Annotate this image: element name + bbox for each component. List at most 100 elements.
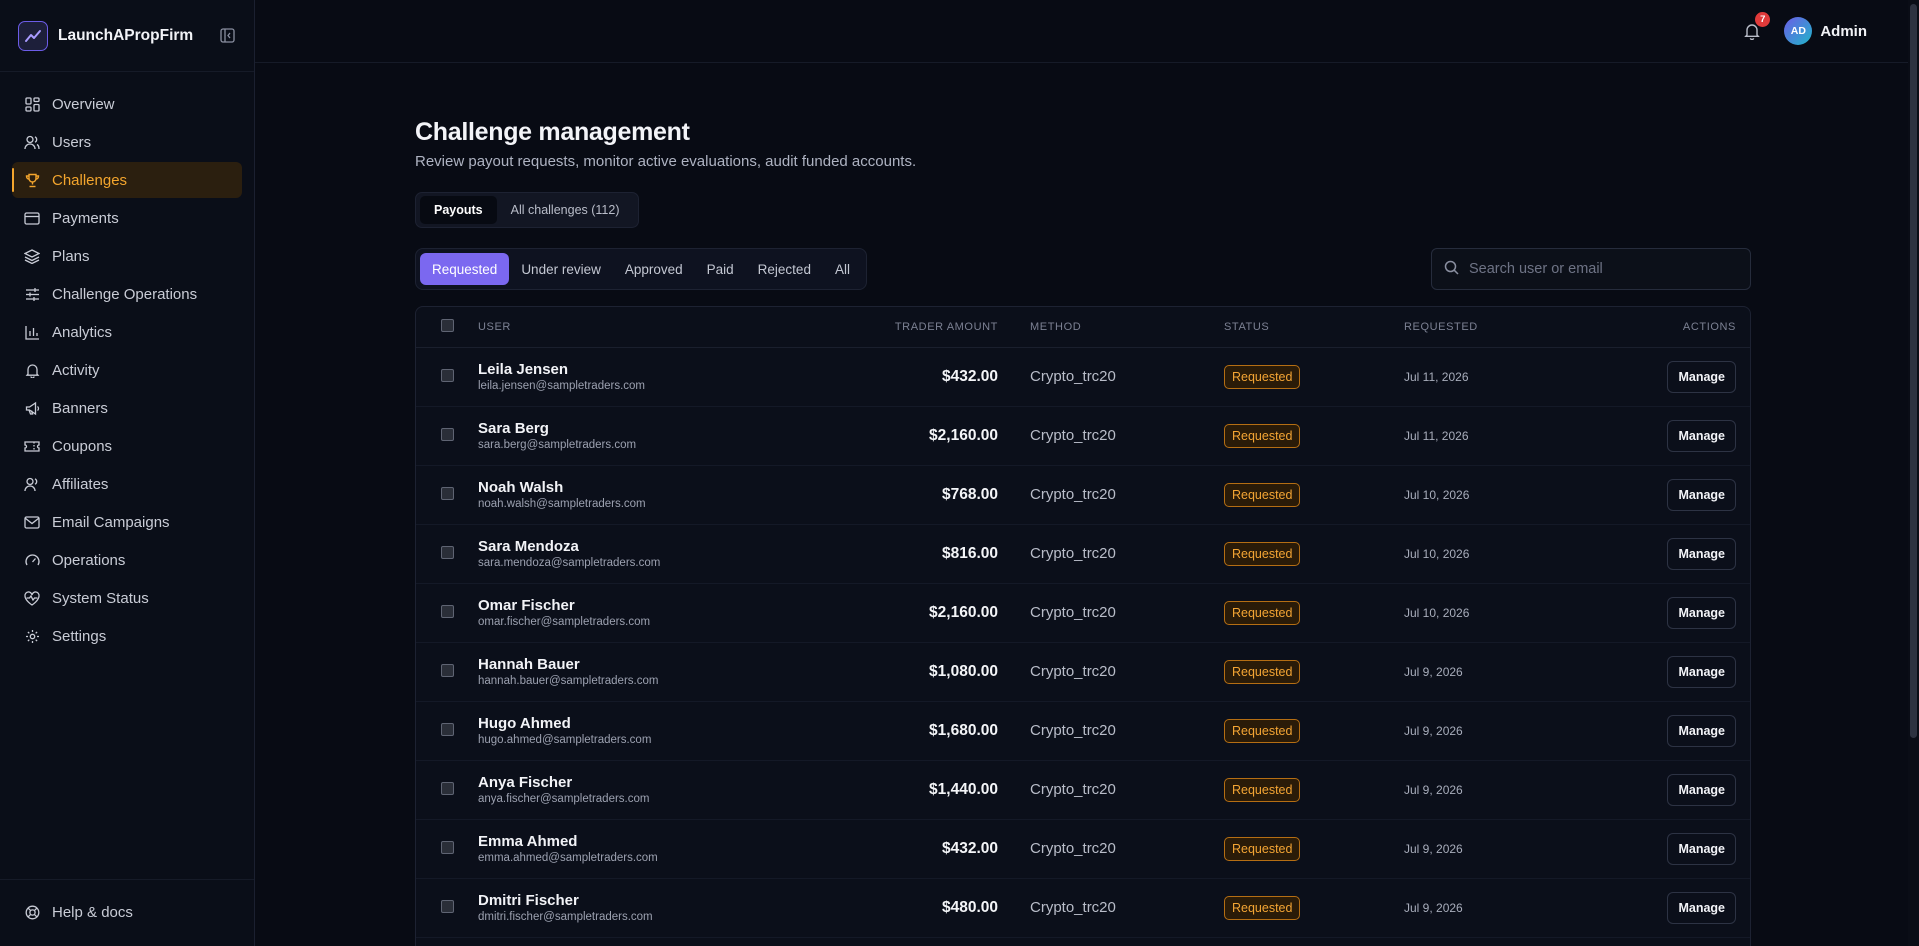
table-row: Sara Mendoza sara.mendoza@sampletraders.c… (416, 524, 1750, 583)
manage-button[interactable]: Manage (1667, 360, 1736, 393)
sidebar-item-label: Operations (52, 551, 126, 569)
sidebar-collapse-icon[interactable] (218, 27, 236, 45)
notification-bell-icon[interactable]: 7 (1742, 12, 1771, 41)
status-badge: Requested (1224, 895, 1301, 920)
column-header-status[interactable]: STATUS (1224, 307, 1404, 348)
sidebar-item-users[interactable]: Users (12, 124, 242, 160)
column-header-amount[interactable]: TRADER AMOUNT (852, 307, 1030, 348)
user-email: hannah.bauer@sampletraders.com (478, 675, 659, 687)
tab-payouts[interactable]: Payouts (420, 196, 497, 224)
row-checkbox[interactable] (440, 368, 454, 382)
sidebar-item-affiliates[interactable]: Affiliates (12, 466, 242, 502)
manage-button[interactable]: Manage (1667, 537, 1736, 570)
row-checkbox[interactable] (440, 899, 454, 913)
status-badge: Requested (1224, 423, 1301, 448)
sidebar-item-analytics[interactable]: Analytics (12, 314, 242, 350)
user-email: dmitri.fischer@sampletraders.com (478, 911, 653, 923)
row-checkbox[interactable] (440, 604, 454, 618)
trader-amount: $480.00 (941, 898, 998, 916)
user-email: anya.fischer@sampletraders.com (478, 793, 650, 805)
user-name[interactable]: Admin (1820, 23, 1867, 40)
sidebar-item-system-status[interactable]: System Status (12, 580, 242, 616)
brand: LaunchAPropFirm (0, 0, 254, 72)
gear-icon (24, 628, 40, 644)
row-checkbox[interactable] (440, 840, 454, 854)
payout-method: Crypto_trc20 (1030, 781, 1116, 798)
manage-button[interactable]: Manage (1667, 478, 1736, 511)
manage-button[interactable]: Manage (1667, 655, 1736, 688)
status-badge: Requested (1224, 777, 1301, 802)
manage-button[interactable]: Manage (1667, 714, 1736, 747)
sidebar-item-email-campaigns[interactable]: Email Campaigns (12, 504, 242, 540)
filter-all[interactable]: All (823, 253, 862, 285)
user-name: Hugo Ahmed (478, 715, 571, 732)
filter-paid[interactable]: Paid (695, 253, 746, 285)
user-email: noah.walsh@sampletraders.com (478, 498, 646, 510)
payout-method: Crypto_trc20 (1030, 663, 1116, 680)
sidebar-item-label: Activity (52, 361, 100, 379)
sidebar-item-payments[interactable]: Payments (12, 200, 242, 236)
user-name: Sara Mendoza (478, 538, 579, 555)
payout-method: Crypto_trc20 (1030, 840, 1116, 857)
column-header-method[interactable]: METHOD (1030, 307, 1224, 348)
scrollbar-thumb[interactable] (1910, 4, 1917, 738)
row-checkbox[interactable] (440, 427, 454, 441)
user-email: hugo.ahmed@sampletraders.com (478, 734, 652, 746)
page-title: Challenge management (415, 118, 690, 146)
sidebar-item-label: Payments (52, 209, 119, 227)
sidebar-item-overview[interactable]: Overview (12, 86, 242, 122)
filter-rejected[interactable]: Rejected (746, 253, 823, 285)
row-checkbox[interactable] (440, 663, 454, 677)
row-checkbox[interactable] (440, 781, 454, 795)
sidebar-item-label: Settings (52, 627, 107, 645)
sidebar-item-banners[interactable]: Banners (12, 390, 242, 426)
status-badge: Requested (1224, 600, 1301, 625)
column-header-requested[interactable]: REQUESTED (1404, 307, 1604, 348)
column-header-user[interactable]: USER (478, 307, 852, 348)
manage-button[interactable]: Manage (1667, 832, 1736, 865)
sliders-icon (24, 286, 40, 302)
trader-amount: $1,080.00 (929, 662, 998, 680)
manage-button[interactable]: Manage (1667, 891, 1736, 924)
user-email: sara.mendoza@sampletraders.com (478, 557, 661, 569)
manage-button[interactable]: Manage (1667, 419, 1736, 452)
filter-under-review[interactable]: Under review (509, 253, 613, 285)
requested-date: Jul 11, 2026 (1404, 428, 1469, 443)
requested-date: Jul 10, 2026 (1404, 487, 1470, 502)
brand-name[interactable]: LaunchAPropFirm (58, 27, 193, 45)
trending-chart-icon[interactable] (18, 20, 48, 51)
credit-card-icon (24, 210, 40, 226)
users-icon (24, 134, 40, 150)
sidebar-item-challenges[interactable]: Challenges (12, 162, 242, 198)
sidebar-item-operations[interactable]: Operations (12, 542, 242, 578)
filter-approved[interactable]: Approved (613, 253, 695, 285)
manage-button[interactable]: Manage (1667, 596, 1736, 629)
sidebar-nav: Overview Users Challenges Payments Plans… (0, 72, 254, 654)
select-all-checkbox[interactable] (440, 318, 454, 332)
column-header-actions: ACTIONS (1604, 307, 1750, 348)
payout-method: Crypto_trc20 (1030, 545, 1116, 562)
manage-button[interactable]: Manage (1667, 773, 1736, 806)
status-filters: Requested Under review Approved Paid Rej… (415, 248, 867, 290)
status-badge: Requested (1224, 718, 1301, 743)
sidebar-item-activity[interactable]: Activity (12, 352, 242, 388)
sidebar-item-plans[interactable]: Plans (12, 238, 242, 274)
sidebar-item-settings[interactable]: Settings (12, 618, 242, 654)
sidebar-item-label: Analytics (52, 323, 113, 341)
filter-requested[interactable]: Requested (420, 253, 510, 285)
row-checkbox[interactable] (440, 545, 454, 559)
user-email: emma.ahmed@sampletraders.com (478, 852, 658, 864)
status-badge: Requested (1224, 364, 1301, 389)
help-docs-link[interactable]: Help & docs (12, 894, 242, 930)
sidebar-item-coupons[interactable]: Coupons (12, 428, 242, 464)
sidebar-item-label: Email Campaigns (52, 513, 170, 531)
row-checkbox[interactable] (440, 486, 454, 500)
sidebar-item-challenge-operations[interactable]: Challenge Operations (12, 276, 242, 312)
search-input[interactable] (1469, 261, 1738, 277)
requested-date: Jul 10, 2026 (1404, 546, 1470, 561)
requested-date: Jul 9, 2026 (1404, 723, 1463, 738)
page-scrollbar[interactable] (1908, 0, 1919, 946)
row-checkbox[interactable] (440, 722, 454, 736)
avatar[interactable]: AD (1784, 17, 1813, 45)
tab-all-challenges[interactable]: All challenges (112) (497, 196, 634, 224)
